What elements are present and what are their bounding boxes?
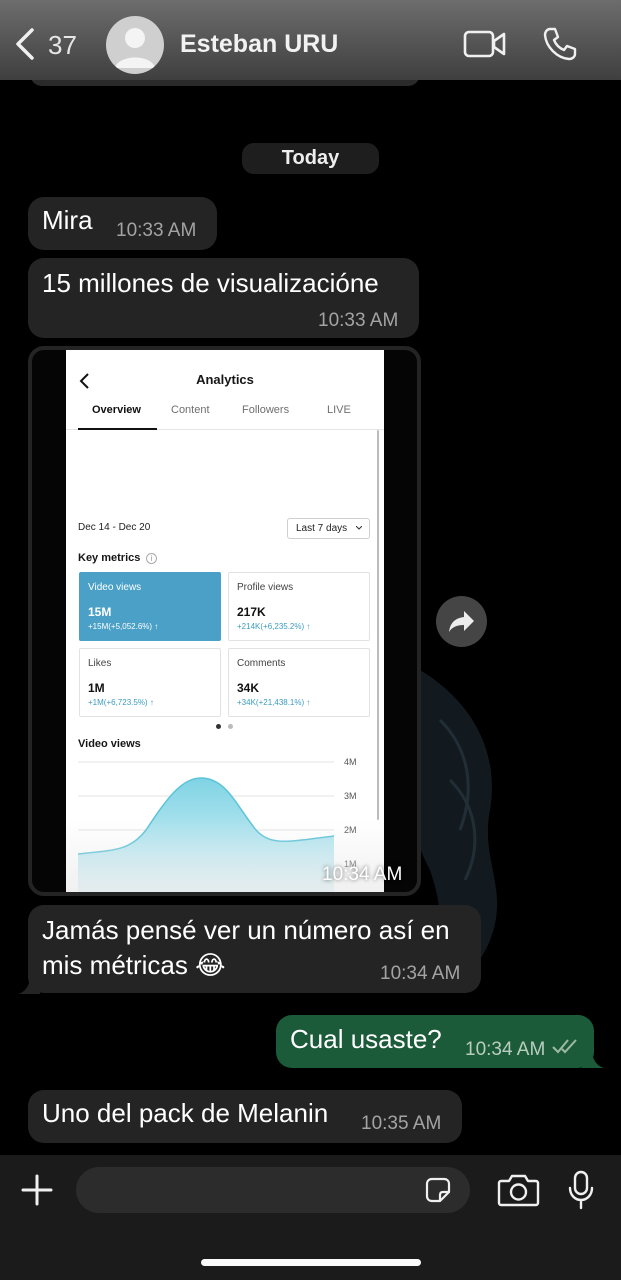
period-label: Last 7 days — [296, 523, 348, 534]
message-time: 10:33 AM — [116, 220, 197, 241]
date-separator: Today — [242, 143, 379, 174]
forward-button[interactable] — [436, 596, 487, 647]
message-bubble-incoming[interactable]: Jamás pensé ver un número así en mis mét… — [28, 905, 481, 993]
metric-value: 15M — [88, 605, 112, 619]
plus-icon[interactable] — [20, 1173, 54, 1207]
message-time: 10:34 AM — [322, 864, 403, 885]
metric-label: Video views — [88, 582, 142, 593]
metric-value: 1M — [88, 681, 105, 695]
unread-count[interactable]: 37 — [48, 30, 77, 61]
metric-label: Comments — [237, 658, 286, 669]
analytics-screenshot: Analytics Overview Content Followers LIV… — [66, 350, 384, 892]
metric-value: 34K — [237, 681, 260, 695]
home-indicator[interactable] — [201, 1259, 421, 1266]
message-bubble-incoming[interactable]: Mira 10:33 AM — [28, 197, 217, 250]
key-metrics-heading: Key metrics — [78, 552, 141, 564]
metric-card-profile-views: Profile views 217K +214K(+6,235.2%) ↑ — [228, 572, 370, 641]
bubble-tail — [582, 1050, 604, 1068]
tab-content: Content — [171, 404, 210, 416]
message-composer — [0, 1155, 621, 1280]
metric-delta: +214K(+6,235.2%) ↑ — [237, 622, 311, 631]
chat-header: 37 Esteban URU — [0, 0, 621, 80]
chevron-down-icon — [356, 526, 362, 530]
tab-followers: Followers — [242, 404, 290, 416]
metric-label: Likes — [88, 658, 112, 669]
scrollbar — [377, 430, 379, 820]
metric-label: Profile views — [237, 582, 294, 593]
metric-card-video-views: Video views 15M +15M(+5,052.6%) ↑ — [79, 572, 221, 641]
voice-call-icon[interactable] — [542, 26, 578, 62]
chart-title: Video views — [78, 738, 141, 750]
tab-live: LIVE — [327, 404, 351, 416]
metric-value: 217K — [237, 605, 266, 619]
sticker-icon[interactable] — [423, 1175, 453, 1205]
message-text: Uno del pack de Melanin — [42, 1098, 329, 1128]
video-call-icon[interactable] — [463, 28, 507, 60]
active-tab-indicator — [78, 428, 157, 430]
message-bubble-incoming[interactable]: 15 millones de visualizacióne 10:33 AM — [28, 258, 419, 338]
default-avatar-icon — [115, 28, 155, 68]
bubble-tail — [18, 976, 40, 994]
message-time: 10:34 AM — [380, 963, 461, 984]
message-text: Cual usaste? — [290, 1024, 442, 1054]
message-time: 10:34 AM — [465, 1039, 546, 1060]
share-arrow-icon — [449, 611, 474, 632]
read-receipt-icon — [552, 1039, 577, 1054]
camera-icon[interactable] — [497, 1172, 540, 1208]
page-dot-active — [216, 724, 221, 729]
period-dropdown: Last 7 days — [287, 518, 370, 539]
date-range: Dec 14 - Dec 20 — [78, 522, 151, 533]
message-time: 10:35 AM — [361, 1113, 442, 1134]
y-tick: 4M — [344, 757, 357, 767]
message-bubble-incoming[interactable]: Uno del pack de Melanin 10:35 AM — [28, 1090, 462, 1143]
metric-card-likes: Likes 1M +1M(+6,723.5%) ↑ — [79, 648, 221, 717]
y-tick: 3M — [344, 791, 357, 801]
analytics-tabs: Overview Content Followers LIVE — [66, 404, 384, 430]
metric-card-comments: Comments 34K +34K(+21,438.1%) ↑ — [228, 648, 370, 717]
page-dot — [228, 724, 233, 729]
message-text: 15 millones de visualizacióne — [42, 268, 379, 298]
message-time: 10:33 AM — [318, 310, 399, 331]
image-message[interactable]: Analytics Overview Content Followers LIV… — [28, 346, 421, 896]
back-chevron-icon[interactable] — [12, 26, 40, 62]
contact-name[interactable]: Esteban URU — [180, 30, 338, 59]
metric-delta: +34K(+21,438.1%) ↑ — [237, 698, 311, 707]
message-bubble-outgoing[interactable]: Cual usaste? 10:34 AM — [276, 1015, 594, 1068]
tab-overview: Overview — [92, 404, 141, 416]
metric-delta: +1M(+6,723.5%) ↑ — [88, 698, 154, 707]
microphone-icon[interactable] — [566, 1170, 596, 1210]
info-icon: i — [146, 553, 157, 564]
avatar[interactable] — [106, 16, 164, 74]
message-text: Mira — [42, 205, 93, 235]
analytics-title: Analytics — [196, 372, 254, 387]
metric-delta: +15M(+5,052.6%) ↑ — [88, 622, 159, 631]
message-input[interactable] — [76, 1167, 470, 1213]
